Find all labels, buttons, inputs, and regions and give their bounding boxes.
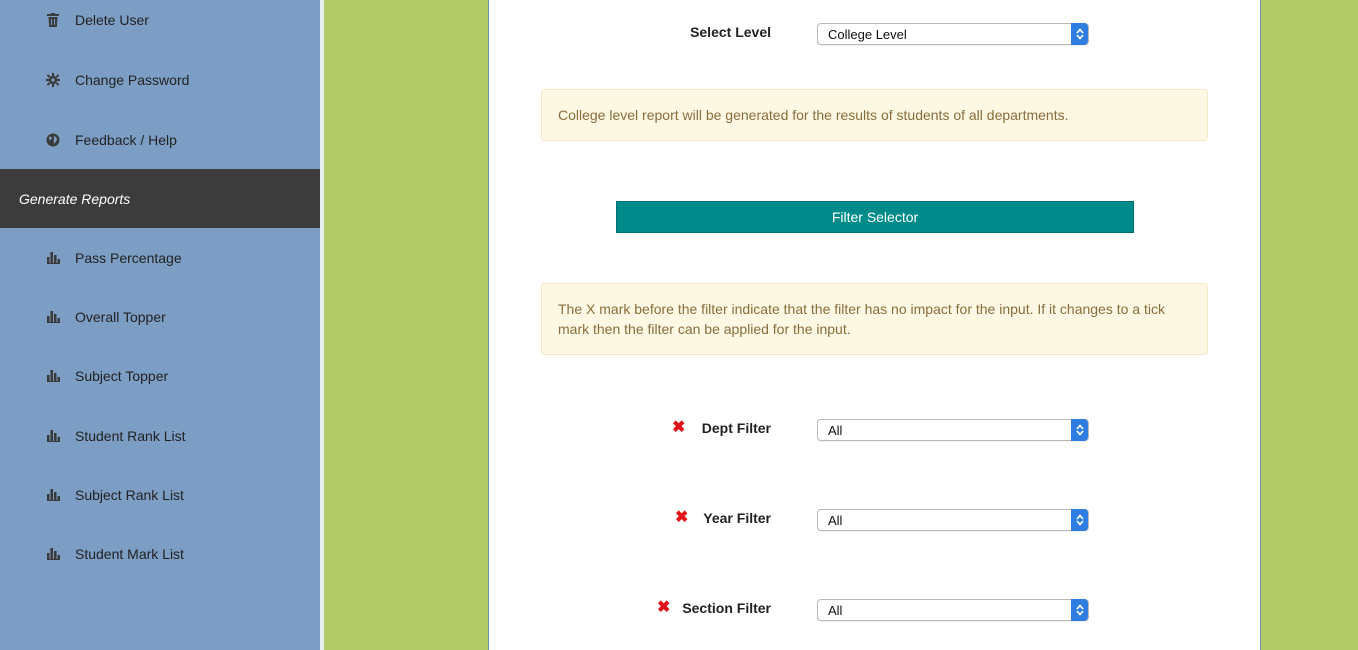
sidebar-item-label: Pass Percentage [75, 250, 182, 266]
bar-chart-icon [45, 309, 61, 325]
bar-chart-icon [45, 250, 61, 266]
filter-selector-label: Filter Selector [831, 209, 919, 225]
bar-chart-icon [45, 546, 61, 562]
globe-icon [45, 132, 61, 148]
year-filter-label: Year Filter [703, 510, 771, 526]
sidebar-item-label: Change Password [75, 72, 190, 88]
bar-chart-icon [45, 428, 61, 444]
year-filter-value: All [828, 513, 843, 528]
section-filter-value: All [828, 603, 843, 618]
chevron-updown-icon [1071, 23, 1088, 45]
dept-filter-dropdown[interactable]: All [817, 419, 1089, 441]
sidebar-item-label: Student Rank List [75, 428, 186, 444]
sidebar: Delete User Change Password Feedback / H… [0, 0, 320, 650]
level-info-alert: College level report will be generated f… [541, 89, 1208, 141]
sidebar-item-label: Overall Topper [75, 309, 166, 325]
select-level-dropdown[interactable]: College Level [817, 23, 1089, 45]
sidebar-item-label: Subject Topper [75, 368, 169, 384]
sidebar-item-change-password[interactable]: Change Password [0, 65, 320, 95]
year-filter-dropdown[interactable]: All [817, 509, 1089, 531]
bar-chart-icon [45, 487, 61, 503]
sidebar-item-student-rank-list[interactable]: Student Rank List [0, 421, 320, 451]
section-title: Generate Reports [19, 190, 131, 207]
sidebar-section-generate-reports: Generate Reports [0, 169, 320, 228]
sidebar-item-overall-topper[interactable]: Overall Topper [0, 302, 320, 332]
trash-icon [45, 12, 61, 28]
sidebar-item-feedback-help[interactable]: Feedback / Help [0, 125, 320, 155]
select-level-value: College Level [828, 27, 907, 42]
chevron-updown-icon [1071, 419, 1088, 441]
select-level-label: Select Level [690, 24, 771, 40]
sidebar-item-label: Feedback / Help [75, 132, 177, 148]
section-filter-dropdown[interactable]: All [817, 599, 1089, 621]
sidebar-item-label: Student Mark List [75, 546, 184, 562]
bar-chart-icon [45, 368, 61, 384]
sidebar-item-delete-user[interactable]: Delete User [0, 5, 320, 35]
chevron-updown-icon [1071, 509, 1088, 531]
section-filter-label: Section Filter [682, 600, 771, 616]
filter-info-text: The X mark before the filter indicate th… [558, 301, 1165, 337]
gear-icon [45, 72, 61, 88]
filter-selector-bar: Filter Selector [616, 201, 1134, 233]
sidebar-item-pass-percentage[interactable]: Pass Percentage [0, 243, 320, 273]
sidebar-item-subject-rank-list[interactable]: Subject Rank List [0, 480, 320, 510]
sidebar-item-subject-topper[interactable]: Subject Topper [0, 361, 320, 391]
level-info-text: College level report will be generated f… [558, 107, 1069, 123]
sidebar-item-student-mark-list[interactable]: Student Mark List [0, 539, 320, 569]
sidebar-divider [320, 0, 324, 650]
filter-info-alert: The X mark before the filter indicate th… [541, 283, 1208, 355]
chevron-updown-icon [1071, 599, 1088, 621]
sidebar-item-label: Delete User [75, 12, 149, 28]
dept-filter-label: Dept Filter [701, 420, 771, 436]
dept-filter-value: All [828, 423, 843, 438]
sidebar-item-label: Subject Rank List [75, 487, 184, 503]
